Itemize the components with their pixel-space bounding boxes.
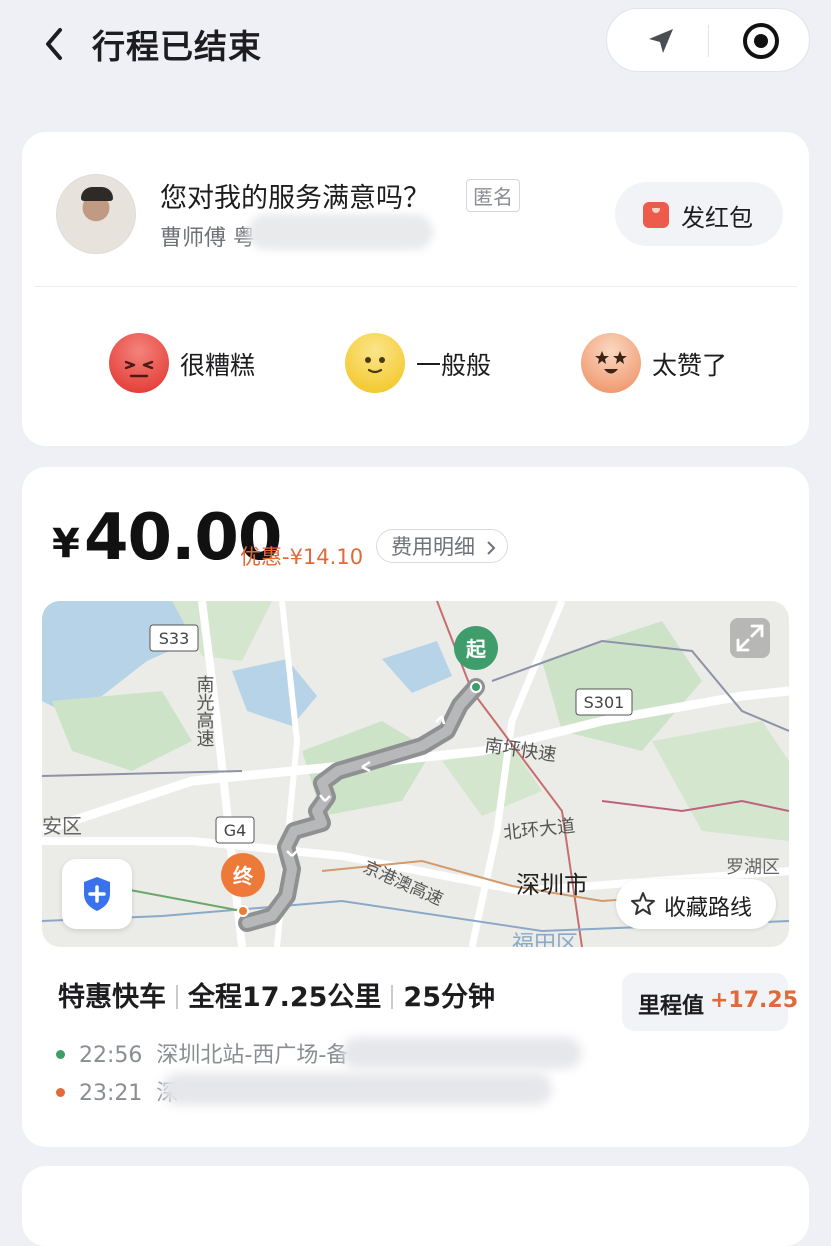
fare-card: ¥ 40.00 优惠-¥14.10 费用明细 起 终 S33 S301 G4 南… bbox=[22, 467, 809, 1147]
label-nanguang: 南光高速 bbox=[194, 675, 215, 747]
chevron-left-icon[interactable] bbox=[38, 24, 74, 64]
chevron-right-icon bbox=[487, 541, 496, 555]
start-time: 22:56 bbox=[79, 1043, 143, 1068]
rating-label-bad: 很糟糕 bbox=[180, 351, 256, 380]
send-red-packet-button[interactable]: 发红包 bbox=[615, 182, 783, 246]
discount-text: 优惠-¥14.10 bbox=[240, 545, 364, 569]
end-dot bbox=[237, 905, 249, 917]
park-area bbox=[652, 721, 789, 841]
water-area bbox=[232, 659, 317, 726]
divider bbox=[34, 286, 797, 287]
header-divider bbox=[708, 25, 709, 57]
safety-shield-icon bbox=[84, 877, 110, 911]
water-area bbox=[382, 641, 452, 693]
route-map[interactable]: 起 终 S33 S301 G4 南光高速 南坪快速 北环大道 京港澳高速 深圳市… bbox=[42, 601, 789, 947]
start-place: 深圳北站-西广场-备 bbox=[156, 1043, 349, 1068]
trip-duration: 25分钟 bbox=[403, 982, 495, 1013]
start-dot-icon bbox=[56, 1050, 65, 1059]
park-area bbox=[52, 691, 192, 771]
rating-card: 您对我的服务满意吗？ 匿名 曹师傅 粤 发红包 很糟糕 一般般 太赞了 bbox=[22, 132, 809, 446]
rating-label-neutral: 一般般 bbox=[416, 351, 492, 380]
separator bbox=[176, 985, 178, 1009]
blurred-plate-number bbox=[248, 214, 433, 250]
mileage-badge[interactable]: 里程值 +17.25 bbox=[622, 973, 798, 1031]
fare-detail-button[interactable]: 费用明细 bbox=[376, 529, 508, 563]
currency-symbol: ¥ bbox=[52, 521, 80, 567]
end-dot-icon bbox=[56, 1088, 65, 1097]
trip-type: 特惠快车 bbox=[58, 982, 166, 1013]
end-pin-label: 终 bbox=[233, 864, 254, 888]
favorite-route-label: 收藏路线 bbox=[664, 896, 753, 921]
blurred-address bbox=[162, 1073, 552, 1105]
angry-face-icon bbox=[109, 333, 169, 393]
mileage-label: 里程值 bbox=[638, 994, 705, 1019]
label-luohu: 罗湖区 bbox=[726, 857, 780, 878]
star-eyes-face-icon bbox=[581, 333, 641, 393]
trip-summary: 特惠快车 全程17.25公里 25分钟 bbox=[58, 975, 495, 1014]
red-packet-icon bbox=[643, 202, 669, 228]
next-card bbox=[22, 1166, 809, 1246]
driver-name: 曹师傅 粤 bbox=[160, 226, 255, 251]
start-dot bbox=[470, 681, 482, 693]
satisfaction-question: 您对我的服务满意吗？ bbox=[160, 183, 430, 214]
rating-label-great: 太赞了 bbox=[652, 351, 728, 380]
header-action-group bbox=[606, 8, 810, 72]
red-packet-label: 发红包 bbox=[681, 204, 753, 232]
neutral-face-icon bbox=[345, 333, 405, 393]
fare-detail-label: 费用明细 bbox=[391, 535, 475, 559]
road-label-g4: G4 bbox=[224, 821, 247, 840]
start-stop: 22:56 深圳北站-西广场-备 bbox=[56, 1037, 348, 1069]
expand-icon[interactable] bbox=[730, 618, 770, 658]
navigation-arrow-icon[interactable] bbox=[639, 19, 683, 63]
road-label-s33: S33 bbox=[159, 629, 190, 648]
anonymous-badge[interactable]: 匿名 bbox=[466, 179, 520, 212]
trip-distance: 全程17.25公里 bbox=[188, 982, 382, 1013]
separator bbox=[391, 985, 394, 1009]
label-shenzhen: 深圳市 bbox=[516, 871, 588, 899]
label-baoan: 安区 bbox=[42, 814, 82, 838]
top-bar: 行程已结束 bbox=[0, 0, 831, 100]
label-futian: 福田区 bbox=[512, 932, 578, 947]
end-stop: 23:21 深 bbox=[56, 1075, 178, 1107]
favorite-route-button[interactable]: 收藏路线 bbox=[616, 879, 776, 929]
road-label-s301: S301 bbox=[584, 693, 625, 712]
start-pin-label: 起 bbox=[465, 637, 487, 661]
blurred-address bbox=[342, 1037, 582, 1069]
page-title: 行程已结束 bbox=[92, 27, 262, 66]
target-record-icon[interactable] bbox=[739, 19, 783, 63]
driver-avatar bbox=[56, 174, 136, 254]
mileage-value: +17.25 bbox=[710, 988, 799, 1013]
label-beihuan: 北环大道 bbox=[502, 816, 576, 844]
star-outline-icon bbox=[631, 892, 655, 915]
end-time: 23:21 bbox=[79, 1081, 143, 1106]
safety-shield-button[interactable] bbox=[62, 859, 132, 929]
